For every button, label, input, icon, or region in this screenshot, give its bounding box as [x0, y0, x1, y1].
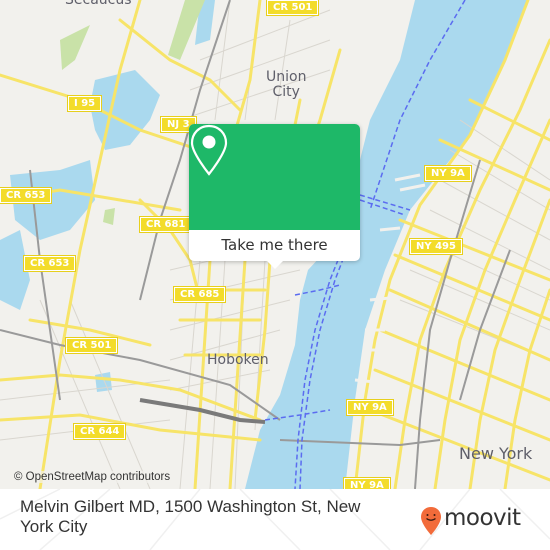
- location-popup: Take me there: [189, 124, 360, 269]
- road-shield-ny-9a-top: NY 9A: [424, 165, 472, 182]
- road-shield-i-95: I 95: [66, 95, 103, 112]
- map[interactable]: Secaucus Union City Hoboken New York CR …: [0, 0, 550, 489]
- road-shield-cr-653-a: CR 653: [0, 187, 53, 204]
- road-shield-cr-644: CR 644: [72, 423, 127, 440]
- map-pin-icon: [190, 124, 228, 176]
- location-address: Melvin Gilbert MD, 1500 Washington St, N…: [20, 497, 361, 536]
- road-shield-cr-501-top: CR 501: [265, 0, 320, 16]
- road-shield-ny-495: NY 495: [409, 238, 463, 255]
- place-label-hoboken: Hoboken: [207, 352, 269, 368]
- moovit-wordmark: moovit: [444, 505, 521, 531]
- place-label-secaucus: Secaucus: [65, 0, 132, 8]
- road-shield-ny-9a-mid: NY 9A: [346, 399, 394, 416]
- road-shield-cr-681: CR 681: [138, 216, 193, 233]
- road-shield-cr-501: CR 501: [64, 337, 119, 354]
- road-shield-cr-653-b: CR 653: [22, 255, 77, 272]
- take-me-there-button[interactable]: Take me there: [189, 230, 360, 261]
- popup-pointer: [267, 261, 283, 269]
- road-shield-ny-9a-bottom: NY 9A: [343, 477, 391, 489]
- popup-header: [189, 124, 360, 230]
- moovit-smiley-pin-icon: [421, 507, 441, 535]
- map-attribution[interactable]: © OpenStreetMap contributors: [12, 471, 173, 483]
- road-shield-cr-685: CR 685: [172, 286, 227, 303]
- place-label-union-city: Union City: [266, 69, 307, 100]
- place-label-new-york: New York: [459, 444, 533, 463]
- moovit-logo[interactable]: moovit: [420, 505, 535, 537]
